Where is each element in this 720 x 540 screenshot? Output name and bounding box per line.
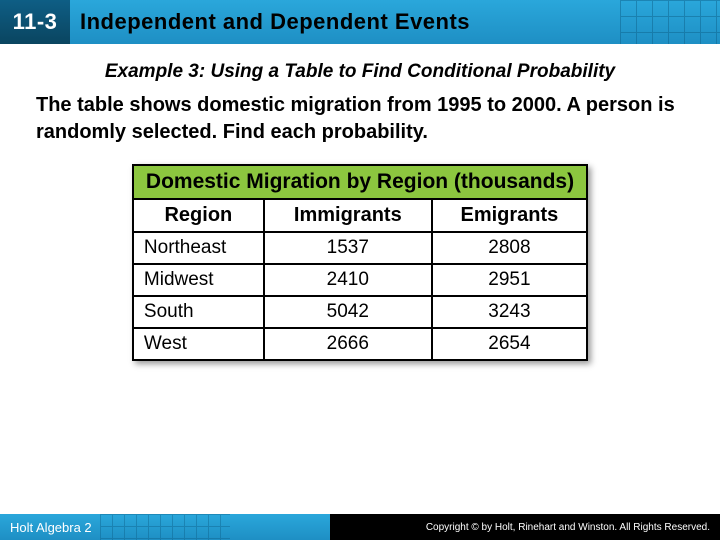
cell-immigrants: 2410 <box>264 264 432 296</box>
slide-header: 11-3 Independent and Dependent Events <box>0 0 720 44</box>
footer-copyright: Copyright © by Holt, Rinehart and Winsto… <box>426 522 710 533</box>
cell-emigrants: 3243 <box>432 296 587 328</box>
cell-region: Northeast <box>133 232 264 264</box>
table-row: West 2666 2654 <box>133 328 587 360</box>
col-header-immigrants: Immigrants <box>264 199 432 232</box>
table-caption-row: Domestic Migration by Region (thousands) <box>133 165 587 199</box>
col-header-emigrants: Emigrants <box>432 199 587 232</box>
header-grid-decoration <box>620 0 720 44</box>
table-wrapper: Domestic Migration by Region (thousands)… <box>36 164 684 361</box>
table-header-row: Region Immigrants Emigrants <box>133 199 587 232</box>
footer-textbook: Holt Algebra 2 <box>0 520 92 535</box>
slide-footer: Holt Algebra 2 Copyright © by Holt, Rine… <box>0 514 720 540</box>
cell-region: South <box>133 296 264 328</box>
slide-content: Example 3: Using a Table to Find Conditi… <box>0 44 720 361</box>
cell-immigrants: 5042 <box>264 296 432 328</box>
cell-immigrants: 2666 <box>264 328 432 360</box>
example-body: The table shows domestic migration from … <box>36 92 684 146</box>
table-row: Midwest 2410 2951 <box>133 264 587 296</box>
migration-table: Domestic Migration by Region (thousands)… <box>132 164 588 361</box>
cell-region: Midwest <box>133 264 264 296</box>
table-row: South 5042 3243 <box>133 296 587 328</box>
cell-region: West <box>133 328 264 360</box>
example-title: Example 3: Using a Table to Find Conditi… <box>36 60 684 84</box>
lesson-number-box: 11-3 <box>0 0 70 44</box>
table-row: Northeast 1537 2808 <box>133 232 587 264</box>
table-title: Domestic Migration by Region (thousands) <box>133 165 587 199</box>
cell-immigrants: 1537 <box>264 232 432 264</box>
header-title: Independent and Dependent Events <box>80 9 470 35</box>
footer-grid-decoration <box>100 514 230 540</box>
cell-emigrants: 2808 <box>432 232 587 264</box>
footer-copyright-bar: Copyright © by Holt, Rinehart and Winsto… <box>330 514 720 540</box>
cell-emigrants: 2951 <box>432 264 587 296</box>
lesson-number: 11-3 <box>13 9 58 35</box>
col-header-region: Region <box>133 199 264 232</box>
cell-emigrants: 2654 <box>432 328 587 360</box>
